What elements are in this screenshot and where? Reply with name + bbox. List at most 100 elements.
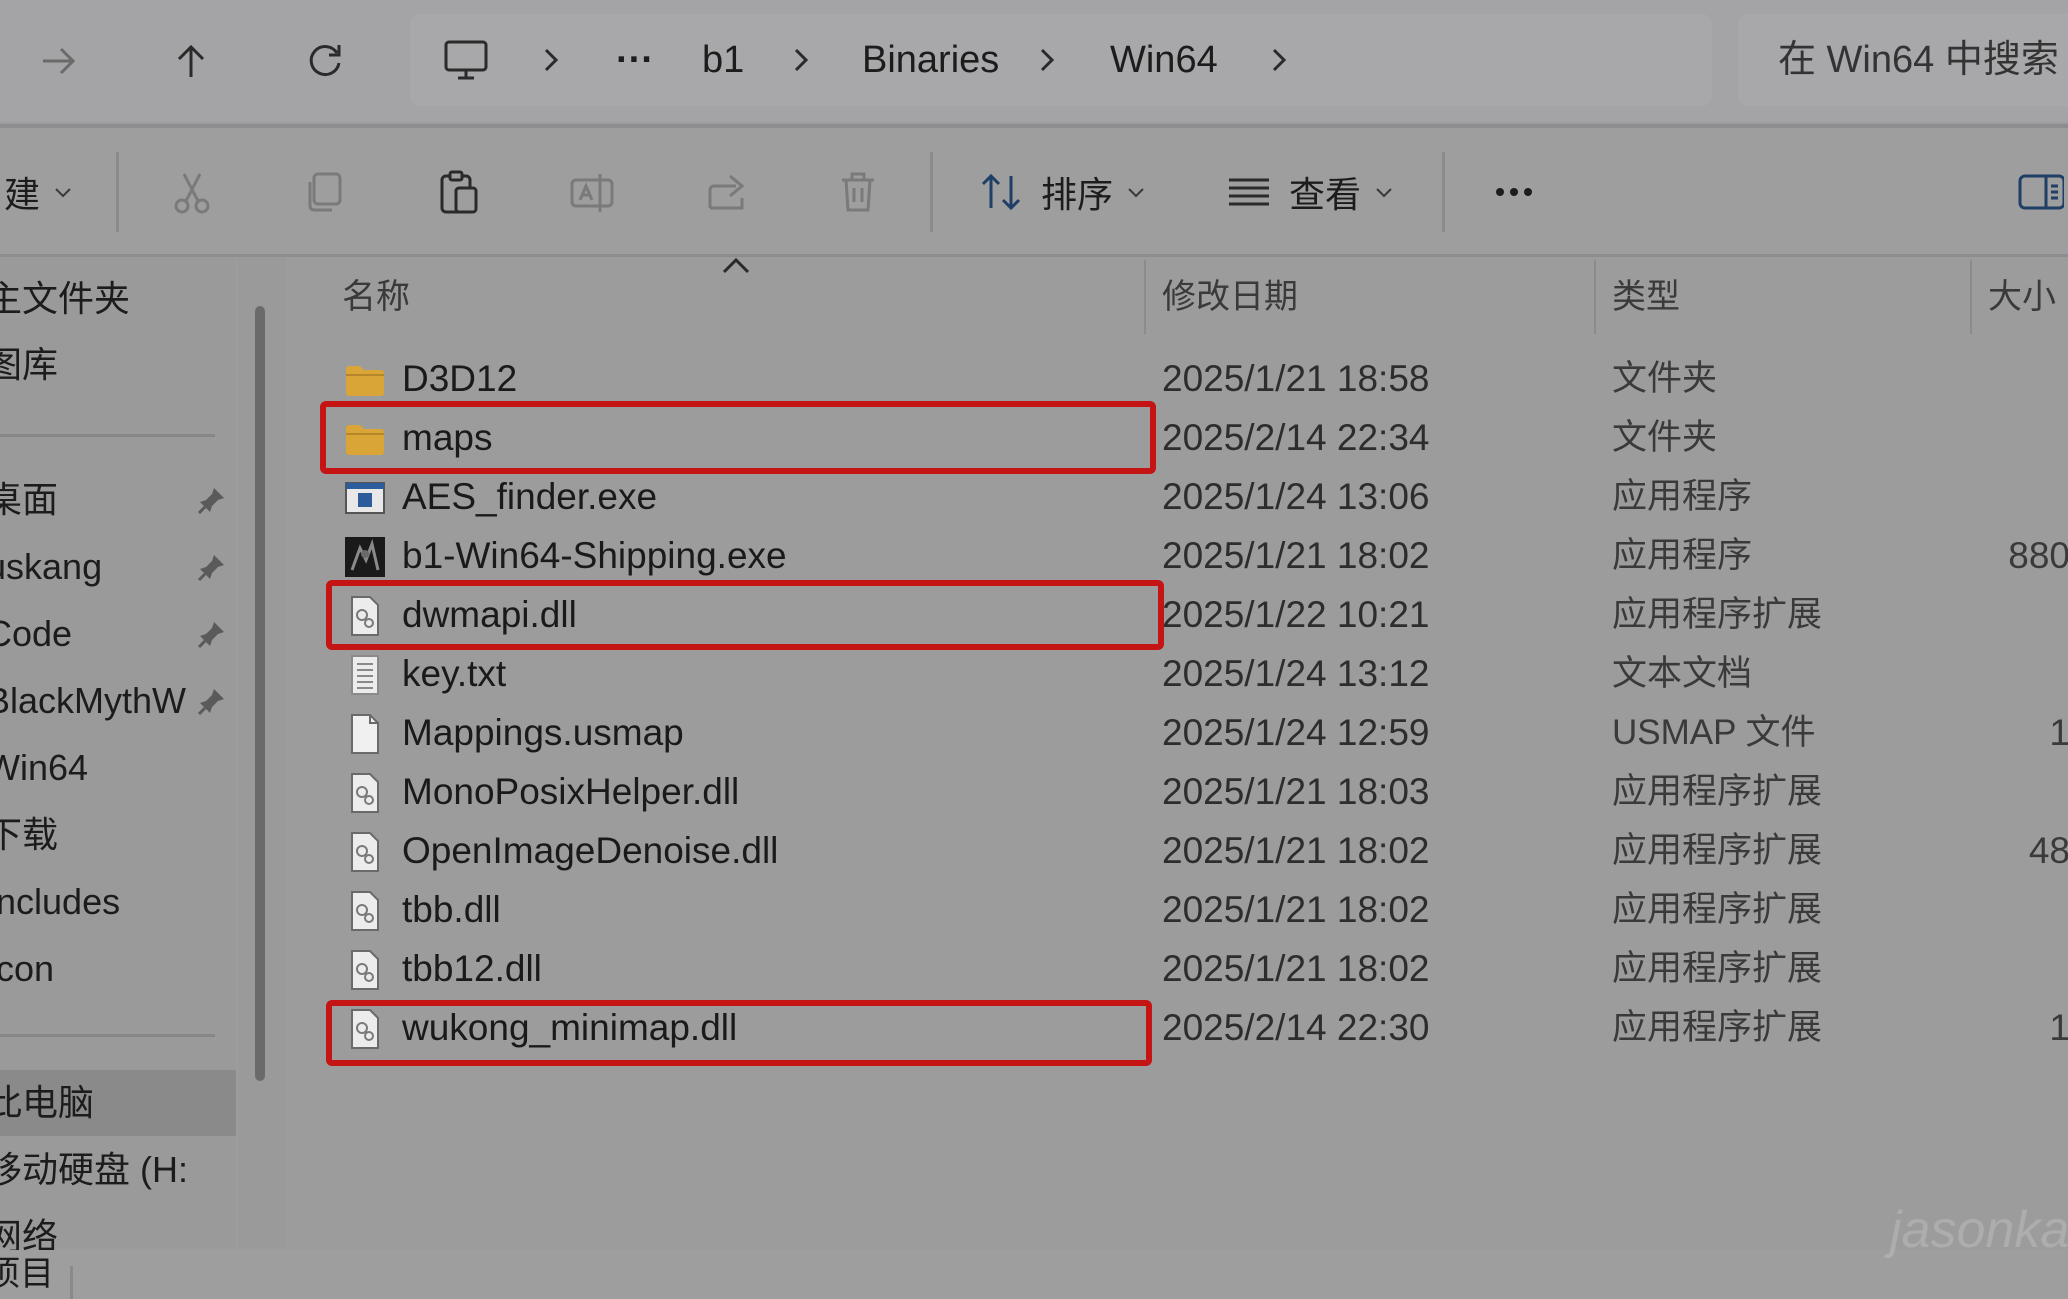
sidebar-item-desktop[interactable]: 桌面: [0, 467, 236, 533]
file-row[interactable]: Mappings.usmap 2025/1/24 12:59 USMAP 文件 …: [330, 703, 2068, 762]
file-row[interactable]: tbb12.dll 2025/1/21 18:02 应用程序扩展: [330, 939, 2068, 998]
file-type: 应用程序扩展: [1612, 831, 1823, 870]
file-size: [1930, 880, 2068, 939]
file-row[interactable]: OpenImageDenoise.dll 2025/1/21 18:02 应用程…: [330, 821, 2068, 880]
file-size: 880: [2008, 535, 2068, 576]
file-row[interactable]: D3D12 2025/1/21 18:58 文件夹: [330, 349, 2068, 408]
breadcrumb-b1[interactable]: b1: [702, 14, 744, 106]
file-date: 2025/1/24 12:59: [1162, 712, 1430, 753]
sidebar-item-label: Icon: [0, 948, 55, 989]
arrow-right-icon: [43, 47, 76, 75]
column-header-date[interactable]: 修改日期: [1162, 260, 1298, 334]
toolbar-divider: [930, 152, 933, 232]
file-row[interactable]: MonoPosixHelper.dll 2025/1/21 18:03 应用程序…: [330, 762, 2068, 821]
sidebar-scrollbar-thumb[interactable]: [255, 306, 265, 1081]
file-row[interactable]: b1-Win64-Shipping.exe 2025/1/21 18:02 应用…: [330, 526, 2068, 585]
paste-button[interactable]: [426, 128, 490, 256]
pin-icon[interactable]: [196, 484, 228, 516]
file-size: 1: [2049, 1007, 2068, 1048]
file-row[interactable]: AES_finder.exe 2025/1/24 13:06 应用程序: [330, 467, 2068, 526]
sidebar-item-downloads[interactable]: 下载: [0, 802, 236, 868]
chevron-right-icon[interactable]: [534, 42, 570, 78]
dll-icon: [351, 950, 379, 990]
file-size: [1930, 467, 2068, 526]
file-size: [1930, 939, 2068, 998]
details-pane-button[interactable]: [2016, 128, 2068, 256]
file-date: 2025/2/14 22:30: [1162, 1007, 1430, 1048]
column-divider[interactable]: [1594, 260, 1596, 334]
sidebar-item-label: 下载: [0, 814, 59, 855]
game-exe-icon: [345, 537, 385, 577]
more-options-button[interactable]: [1474, 128, 1554, 256]
rename-button[interactable]: [560, 128, 624, 256]
chevron-right-icon[interactable]: [1262, 42, 1298, 78]
file-name: AES_finder.exe: [402, 476, 658, 517]
pin-icon[interactable]: [196, 551, 228, 583]
sort-button[interactable]: 排序: [972, 128, 1152, 256]
sidebar-item-label: Win64: [0, 747, 89, 788]
rename-icon: [570, 174, 614, 212]
delete-button[interactable]: [826, 128, 890, 256]
column-divider[interactable]: [1970, 260, 1972, 334]
new-label: 建: [3, 174, 40, 215]
file-size: [1930, 349, 2068, 408]
pin-icon[interactable]: [196, 618, 228, 650]
address-bar-row: ··· b1 Binaries Win64 在 Win64 中搜索: [0, 0, 2068, 122]
column-divider[interactable]: [1144, 260, 1146, 334]
sidebar-divider: [0, 1034, 215, 1037]
breadcrumb-overflow[interactable]: ···: [616, 14, 654, 106]
file-row[interactable]: tbb.dll 2025/1/21 18:02 应用程序扩展: [330, 880, 2068, 939]
file-date: 2025/1/21 18:02: [1162, 535, 1430, 576]
sidebar-item-home[interactable]: 主文件夹: [0, 266, 236, 332]
forward-button[interactable]: [14, 22, 104, 100]
chevron-right-icon[interactable]: [784, 42, 820, 78]
column-header-type[interactable]: 类型: [1612, 260, 1680, 334]
sidebar-item-label: 桌面: [0, 479, 59, 520]
share-button[interactable]: [694, 128, 758, 256]
chevron-down-icon: [1376, 188, 1392, 198]
sidebar-item-this-pc[interactable]: 此电脑: [0, 1070, 236, 1136]
file-date: 2025/1/22 10:21: [1162, 594, 1430, 635]
sidebar-item-win64[interactable]: Win64: [0, 735, 236, 801]
sidebar-item-includes[interactable]: Includes: [0, 869, 236, 935]
breadcrumb[interactable]: ··· b1 Binaries Win64: [410, 14, 1712, 106]
column-header-name[interactable]: 名称: [342, 260, 410, 334]
view-button[interactable]: 查看: [1220, 128, 1400, 256]
chevron-right-icon[interactable]: [1030, 42, 1066, 78]
cut-button[interactable]: [160, 128, 224, 256]
sidebar-item-gallery[interactable]: 图库: [0, 332, 236, 398]
file-date: 2025/1/24 13:06: [1162, 476, 1430, 517]
up-button[interactable]: [146, 22, 236, 100]
status-bar: 项目: [0, 1250, 2068, 1299]
copy-button[interactable]: [292, 128, 356, 256]
sidebar-item-icon[interactable]: Icon: [0, 936, 236, 1002]
breadcrumb-win64[interactable]: Win64: [1110, 14, 1218, 106]
refresh-button[interactable]: [280, 22, 370, 100]
sidebar-item-blackmythwukong[interactable]: BlackMythWu: [0, 668, 236, 734]
file-size: [1930, 585, 2068, 644]
file-row[interactable]: key.txt 2025/1/24 13:12 文本文档: [330, 644, 2068, 703]
pin-icon[interactable]: [196, 685, 228, 717]
new-button[interactable]: 建: [0, 128, 84, 256]
file-name: D3D12: [402, 358, 518, 399]
sidebar-item-label: uskang: [0, 546, 103, 587]
dll-icon: [351, 773, 379, 813]
file-type: 文件夹: [1612, 418, 1718, 457]
sidebar-item-code[interactable]: Code: [0, 601, 236, 667]
sidebar-item-uskang[interactable]: uskang: [0, 534, 236, 600]
file-name: tbb12.dll: [402, 948, 542, 989]
search-input[interactable]: 在 Win64 中搜索: [1738, 14, 2068, 106]
file-type: 应用程序扩展: [1612, 890, 1823, 929]
file-size: [1930, 644, 2068, 703]
toolbar-divider: [1442, 152, 1445, 232]
file-name: b1-Win64-Shipping.exe: [402, 535, 787, 576]
trash-icon: [842, 172, 874, 212]
file-date: 2025/1/21 18:02: [1162, 889, 1430, 930]
sidebar-item-removable-drive[interactable]: 移动硬盘 (H:): [0, 1137, 236, 1203]
this-pc-icon[interactable]: [442, 36, 490, 84]
file-name: OpenImageDenoise.dll: [402, 830, 779, 871]
column-header-size[interactable]: 大小: [1988, 260, 2056, 334]
file-size: [1930, 762, 2068, 821]
breadcrumb-binaries[interactable]: Binaries: [862, 14, 999, 106]
sidebar-item-label: Includes: [0, 881, 121, 922]
